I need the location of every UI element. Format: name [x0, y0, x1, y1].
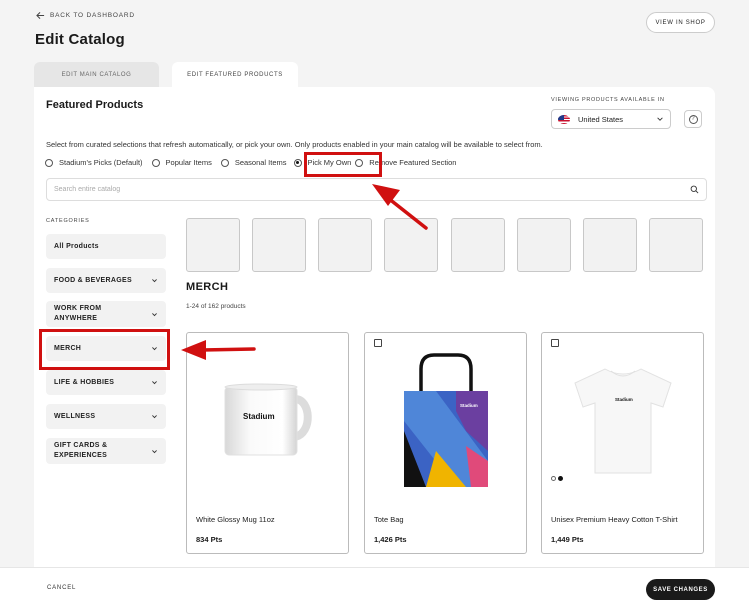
category-work-from-anywhere[interactable]: WORK FROM ANYWHERE — [46, 301, 166, 327]
product-card-tshirt[interactable]: Stadium Unisex Premium Heavy Cotton T-Sh… — [541, 332, 704, 554]
categories-label: CATEGORIES — [46, 218, 90, 224]
highlight-box-pick-my-own — [304, 152, 382, 177]
back-to-dashboard-link[interactable]: BACK TO DASHBOARD — [36, 11, 135, 20]
tote-brand-text: Stadium — [460, 403, 478, 408]
radio-seasonal-items[interactable]: Seasonal Items — [220, 158, 287, 167]
radio-label: Popular Items — [165, 158, 212, 167]
featured-slot[interactable] — [451, 218, 505, 272]
footer-bar: CANCEL SAVE CHANGES — [0, 567, 749, 609]
product-points: 1,449 Pts — [551, 535, 584, 544]
product-name: Unisex Premium Heavy Cotton T-Shirt — [551, 515, 678, 524]
category-label: FOOD & BEVERAGES — [54, 276, 132, 284]
save-changes-button[interactable]: SAVE CHANGES — [646, 579, 715, 600]
category-label: All Products — [54, 242, 99, 250]
radio-circle[interactable] — [151, 158, 160, 167]
highlight-box-merch — [39, 329, 170, 370]
radio-label: Remove Featured Section — [369, 158, 457, 167]
radio-circle[interactable] — [220, 158, 229, 167]
product-name: White Glossy Mug 11oz — [196, 515, 275, 524]
product-points: 1,426 Pts — [374, 535, 407, 544]
swatch-white[interactable] — [551, 476, 556, 481]
category-label: LIFE & HOBBIES — [54, 378, 115, 386]
radio-circle[interactable] — [45, 158, 53, 167]
panel-title: Featured Products — [46, 99, 144, 111]
product-image: Stadium — [542, 351, 703, 491]
product-image: Stadium — [365, 351, 526, 491]
featured-slot[interactable] — [583, 218, 637, 272]
radio-label: Stadium's Picks (Default) — [59, 158, 143, 167]
featured-slot[interactable] — [318, 218, 372, 272]
mug-image: Stadium — [224, 383, 312, 456]
tote-bag-image: Stadium — [403, 353, 488, 487]
category-food-beverages[interactable]: FOOD & BEVERAGES — [46, 268, 166, 293]
view-in-shop-button[interactable]: VIEW IN SHOP — [646, 12, 715, 33]
product-name: Tote Bag — [374, 515, 404, 524]
category-label: GIFT CARDS & EXPERIENCES — [54, 442, 108, 459]
select-checkbox[interactable] — [551, 339, 559, 347]
featured-slot[interactable] — [252, 218, 306, 272]
category-label: WORK FROM ANYWHERE — [54, 305, 102, 322]
chevron-down-icon — [152, 415, 157, 419]
product-card-tote-bag[interactable]: Stadium Tote Bag 1,426 Pts — [364, 332, 527, 554]
cancel-button[interactable]: CANCEL — [47, 585, 76, 591]
radio-circle-selected[interactable] — [293, 158, 302, 167]
featured-slot[interactable] — [517, 218, 571, 272]
category-gift-cards-experiences[interactable]: GIFT CARDS & EXPERIENCES — [46, 438, 166, 464]
product-points: 834 Pts — [196, 535, 223, 544]
arrow-left-icon — [36, 11, 45, 20]
back-label: BACK TO DASHBOARD — [50, 12, 135, 19]
tab-edit-featured-products[interactable]: EDIT FEATURED PRODUCTS — [172, 62, 298, 87]
category-all-products[interactable]: All Products — [46, 234, 166, 259]
category-life-hobbies[interactable]: LIFE & HOBBIES — [46, 370, 166, 395]
page-title: Edit Catalog — [35, 31, 125, 48]
radio-label: Seasonal Items — [234, 158, 287, 167]
product-card-mug[interactable]: Stadium White Glossy Mug 11oz 834 Pts — [186, 332, 349, 554]
tab-edit-main-catalog[interactable]: EDIT MAIN CATALOG — [34, 62, 159, 87]
page-header: BACK TO DASHBOARD Edit Catalog VIEW IN S… — [0, 0, 749, 87]
tshirt-image: Stadium — [573, 368, 672, 474]
chevron-down-icon — [152, 312, 157, 316]
chevron-down-icon — [152, 449, 157, 453]
swatch-black[interactable] — [558, 476, 563, 481]
description-text: Select from curated selections that refr… — [46, 140, 543, 149]
country-value: United States — [578, 114, 624, 124]
search-icon — [690, 185, 699, 194]
category-label: WELLNESS — [54, 412, 96, 420]
featured-slot[interactable] — [186, 218, 240, 272]
help-button[interactable]: ? — [684, 110, 702, 128]
select-checkbox[interactable] — [374, 339, 382, 347]
viewing-label: VIEWING PRODUCTS AVAILABLE IN — [551, 97, 665, 103]
featured-slot[interactable] — [649, 218, 703, 272]
product-image: Stadium — [187, 351, 348, 491]
featured-slot[interactable] — [384, 218, 438, 272]
category-wellness[interactable]: WELLNESS — [46, 404, 166, 429]
radio-stadiums-picks[interactable]: Stadium's Picks (Default) — [45, 158, 143, 167]
chevron-down-icon — [657, 117, 663, 121]
catalog-search-input[interactable]: Search entire catalog — [46, 178, 707, 201]
search-placeholder: Search entire catalog — [54, 186, 121, 193]
radio-popular-items[interactable]: Popular Items — [151, 158, 212, 167]
mug-brand-text: Stadium — [243, 412, 275, 421]
tshirt-brand-text: Stadium — [615, 397, 633, 402]
chevron-down-icon — [152, 279, 157, 283]
country-select[interactable]: United States — [551, 109, 671, 129]
color-swatches — [551, 476, 563, 481]
chevron-down-icon — [152, 381, 157, 385]
product-count: 1-24 of 162 products — [186, 303, 246, 310]
question-icon: ? — [688, 114, 698, 124]
featured-mode-radio-group: Stadium's Picks (Default) Popular Items … — [45, 158, 465, 167]
section-title: MERCH — [186, 281, 229, 293]
us-flag-icon — [558, 114, 570, 124]
